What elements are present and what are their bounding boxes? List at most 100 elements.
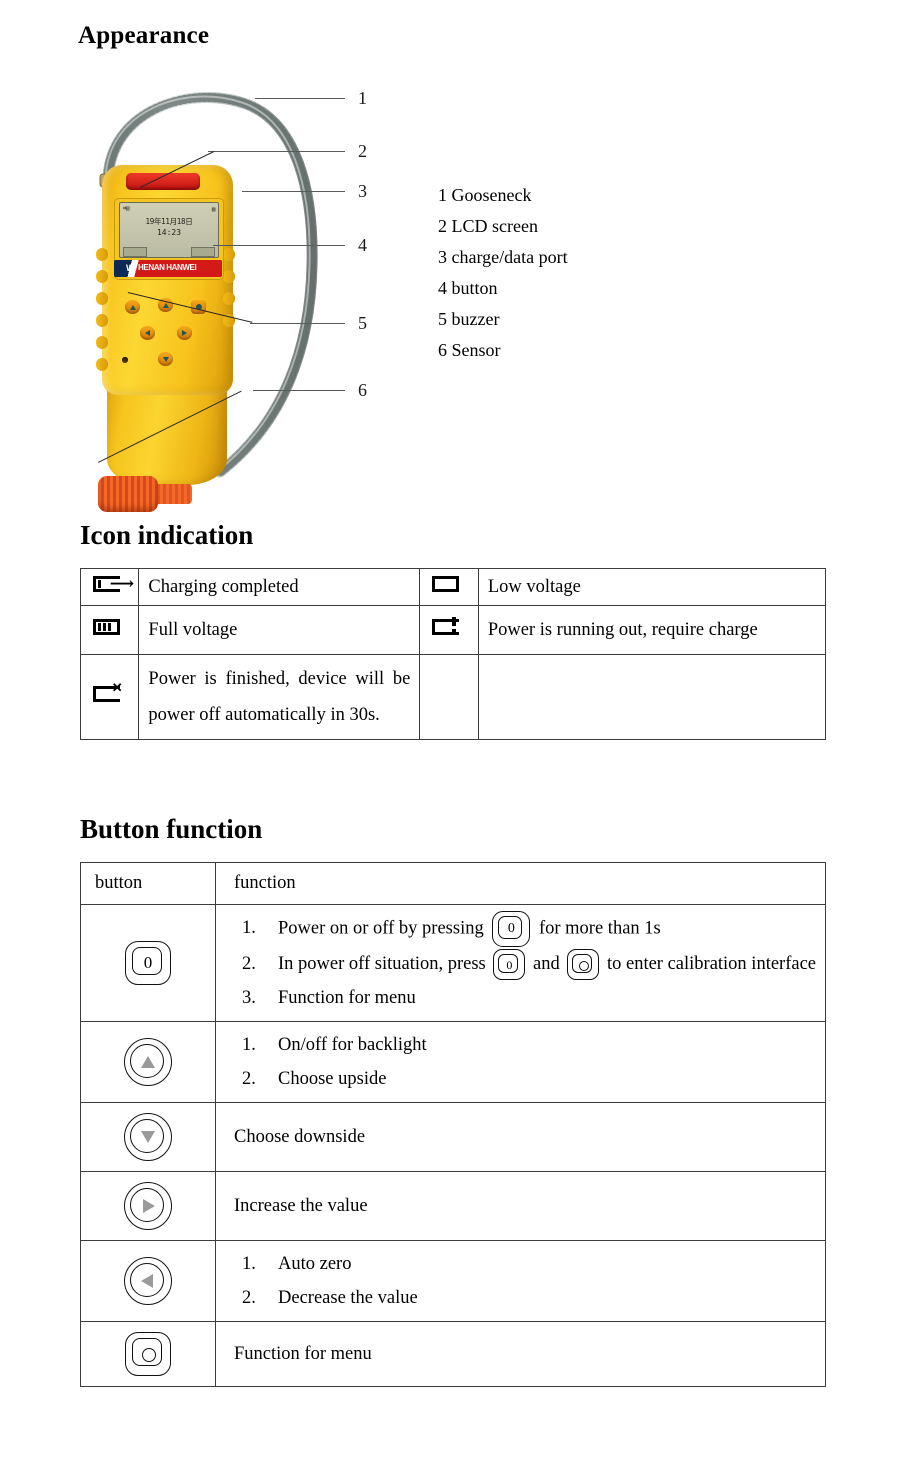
device-grip [96, 336, 108, 349]
lcd-softkey-right [191, 247, 215, 257]
lcd-status-bar: ⌗▤ ▧ [123, 205, 216, 213]
column-header-function: function [215, 862, 826, 905]
device-key-backlight[interactable] [125, 300, 140, 314]
function-text: Auto zero [278, 1254, 352, 1274]
icon-indication-table: ⟶ Charging completed Low voltage Full vo… [79, 568, 827, 740]
device-grip [96, 292, 108, 305]
button-function-heading: Button function [80, 814, 263, 844]
device-grip [96, 314, 108, 327]
device-grip [96, 270, 108, 283]
column-header-button: button [80, 862, 216, 905]
legend-item-4: 4 button [438, 278, 498, 298]
list-marker: 1. [242, 1254, 256, 1274]
right-button-function-cell: Increase the value [215, 1171, 826, 1241]
lcd-status-left: ⌗▤ [123, 205, 130, 212]
function-text: Choose upside [278, 1069, 387, 1089]
device-grip [223, 292, 235, 305]
device-key-right[interactable] [177, 326, 192, 340]
left-button-icon [80, 1240, 216, 1322]
battery-dead-icon: ✕ [79, 654, 140, 740]
battery-empty-icon [419, 568, 479, 606]
device-grip [96, 358, 108, 371]
function-text: In power off situation, press [278, 954, 486, 974]
power-button-function-cell: 1. Power on or off by pressing 0 for mor… [215, 904, 826, 1022]
right-button-icon [80, 1171, 216, 1241]
legend-item-1: 1 Gooseneck [438, 185, 532, 205]
battery-warning-icon [419, 605, 479, 655]
device-key-down[interactable] [158, 352, 173, 366]
list-marker: 2. [242, 954, 256, 974]
sensor-connector [154, 484, 192, 504]
device-grip [223, 270, 235, 283]
down-button-function-cell: Choose downside [215, 1102, 826, 1172]
empty-text-cell [477, 654, 827, 740]
icon-desc-power-running-out: Power is running out, require charge [477, 605, 827, 655]
table-row: 1. On/off for backlight 2. Choose upside [80, 1021, 826, 1103]
power-button-inline-icon: 0 [492, 911, 531, 947]
legend-item-3: 3 charge/data port [438, 247, 568, 267]
list-marker: 2. [242, 1069, 256, 1089]
icon-indication-heading: Icon indication [80, 520, 254, 550]
battery-full-icon [79, 605, 140, 655]
appearance-legend: 1 Gooseneck 2 LCD screen 3 charge/data p… [438, 180, 568, 366]
table-row: 1. Auto zero 2. Decrease the value [80, 1240, 826, 1322]
leader-line-6 [253, 390, 345, 391]
function-text-cont: for more than 1s [538, 918, 661, 939]
list-marker: 2. [242, 1288, 256, 1308]
icon-desc-low-voltage: Low voltage [477, 568, 827, 606]
up-button-icon [80, 1021, 216, 1103]
callout-number-3: 3 [358, 181, 367, 201]
callout-number-2: 2 [358, 141, 367, 161]
appearance-figure: ⌗▤ ▧ 19年11月18日 14:23 W HENAN HANWEI 1 2 … [70, 70, 830, 512]
device-grip [96, 248, 108, 261]
empty-icon-cell [419, 654, 479, 740]
icon-desc-full-voltage: Full voltage [138, 605, 421, 655]
menu-button-inline-icon [567, 949, 600, 981]
legend-item-6: 6 Sensor [438, 340, 501, 360]
function-list: 1. On/off for backlight 2. Choose upside [234, 1028, 816, 1096]
lcd-status-right: ▧ [211, 205, 216, 213]
function-text-cont: to enter calibration interface [606, 954, 817, 974]
table-row: Full voltage Power is running out, requi… [79, 605, 827, 655]
device-grip [223, 248, 235, 261]
list-item: 1. Auto zero [234, 1247, 816, 1281]
list-item: 2. Choose upside [234, 1062, 816, 1096]
device-key-left[interactable] [140, 326, 155, 340]
legend-item-2: 2 LCD screen [438, 216, 538, 236]
brand-mark: W [126, 263, 135, 273]
list-marker: 1. [242, 918, 256, 938]
lcd-screen: ⌗▤ ▧ 19年11月18日 14:23 [119, 202, 219, 258]
button-function-table: button function 0 1. Power on or off by … [80, 862, 826, 1387]
table-row: Function for menu [80, 1321, 826, 1387]
callout-number-1: 1 [358, 88, 367, 108]
lcd-softkey-bar [123, 247, 215, 257]
icon-desc-power-finished: Power is finished, device will be power … [138, 654, 421, 740]
leader-line-3 [242, 191, 345, 192]
function-text-and: and [533, 954, 560, 974]
function-text: Decrease the value [278, 1288, 418, 1308]
list-marker: 3. [242, 988, 256, 1008]
sensor-cap [98, 476, 158, 512]
down-button-icon [80, 1102, 216, 1172]
lcd-time: 14:23 [156, 228, 182, 237]
leader-line-4 [213, 245, 345, 246]
function-list: 1. Power on or off by pressing 0 for mor… [234, 911, 816, 1015]
lcd-date: 19年11月18日 [145, 217, 193, 226]
list-item: 1. On/off for backlight [234, 1028, 816, 1062]
brand-plate: W HENAN HANWEI [114, 260, 222, 277]
function-text: Function for menu [278, 988, 416, 1008]
table-row: ✕ Power is finished, device will be powe… [79, 654, 827, 740]
function-list: 1. Auto zero 2. Decrease the value [234, 1247, 816, 1315]
function-text: On/off for backlight [278, 1035, 427, 1055]
icon-desc-charging-completed: Charging completed [138, 568, 421, 606]
list-item: 3. Function for menu [234, 981, 816, 1015]
table-header-row: button function [80, 862, 826, 905]
battery-charging-complete-icon: ⟶ [79, 568, 140, 606]
leader-line-5 [250, 323, 345, 324]
lcd-softkey-left [123, 247, 147, 257]
function-text: Power on or off by pressing [278, 918, 484, 939]
table-row: Increase the value [80, 1171, 826, 1241]
brand-text: HENAN HANWEI [138, 263, 197, 272]
list-item: 2. Decrease the value [234, 1281, 816, 1315]
leader-line-1 [255, 98, 345, 99]
